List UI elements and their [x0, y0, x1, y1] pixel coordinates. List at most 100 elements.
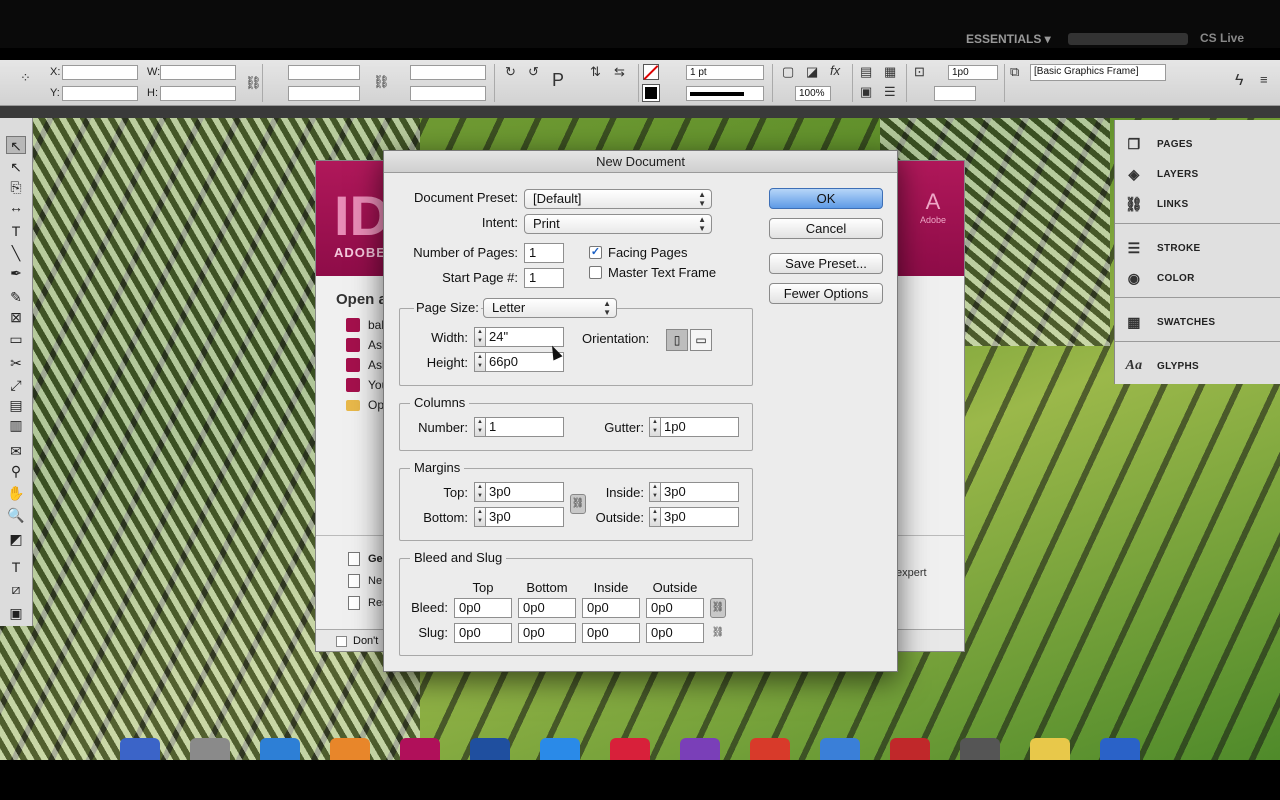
dock-app-icon[interactable]: [1100, 738, 1140, 760]
rotate-cw-icon[interactable]: ↻: [505, 64, 516, 80]
create-item[interactable]: Res: [348, 596, 388, 610]
slug-link-icon[interactable]: ⛓: [710, 623, 726, 643]
master-text-frame-checkbox[interactable]: Master Text Frame: [589, 265, 716, 280]
intent-select[interactable]: Print ▲ ▼: [524, 214, 712, 234]
object-style-icon[interactable]: ⧉: [1010, 64, 1019, 80]
top-margin-field[interactable]: ▲ ▼ 3p0: [474, 482, 564, 502]
note-tool-icon[interactable]: ✉: [6, 442, 26, 460]
link-icon[interactable]: ⛓: [373, 74, 390, 90]
expert-link[interactable]: expert: [896, 567, 927, 579]
zoom-tool-icon[interactable]: 🔍: [6, 506, 26, 524]
gradient-swatch-tool-icon[interactable]: ▤: [6, 396, 26, 414]
recent-item[interactable]: bal: [346, 318, 384, 332]
direct-selection-tool-icon[interactable]: ↖: [6, 158, 26, 176]
eyedropper-tool-icon[interactable]: ⚲: [6, 462, 26, 480]
dock-app-icon[interactable]: [610, 738, 650, 760]
selection-tool-icon[interactable]: ↖: [6, 136, 26, 154]
stroke-weight-field[interactable]: 1 pt: [686, 65, 764, 80]
quick-apply-icon[interactable]: ϟ: [1235, 72, 1243, 90]
dock-app-icon[interactable]: [750, 738, 790, 760]
formatting-icon[interactable]: T: [6, 558, 26, 576]
line-tool-icon[interactable]: ╲: [6, 244, 26, 262]
bleed-top-field[interactable]: 0p0: [454, 598, 512, 618]
page-tool-icon[interactable]: ⎘: [6, 178, 26, 196]
cancel-button[interactable]: Cancel: [769, 218, 883, 239]
drop-shadow-icon[interactable]: ▢: [782, 64, 794, 80]
save-preset-button[interactable]: Save Preset...: [769, 253, 883, 274]
preset-select[interactable]: [Default] ▲ ▼: [524, 189, 712, 209]
free-transform-tool-icon[interactable]: ⤢: [6, 376, 26, 394]
page-size-select[interactable]: Letter ▲ ▼: [483, 298, 617, 318]
scissors-tool-icon[interactable]: ✂: [6, 354, 26, 372]
width-field[interactable]: ▲ ▼ 24": [474, 327, 564, 347]
shadow-icon[interactable]: ◪: [806, 64, 818, 80]
glyphs-panel-tab[interactable]: Aa GLYPHS: [1125, 355, 1199, 377]
fill-stroke-icon[interactable]: ◩: [6, 530, 26, 548]
frame-p-icon[interactable]: P: [552, 70, 564, 91]
column-number-field[interactable]: ▲ ▼ 1: [474, 417, 564, 437]
pages-panel-tab[interactable]: ❐ PAGES: [1125, 133, 1193, 155]
scale-x-field[interactable]: [288, 65, 360, 80]
swatches-panel-tab[interactable]: ▦ SWATCHES: [1125, 311, 1215, 333]
w-field[interactable]: [160, 65, 236, 80]
stroke-swatch[interactable]: [642, 84, 660, 102]
open-item[interactable]: Op: [346, 398, 384, 412]
shear-field[interactable]: [410, 86, 486, 101]
h-field[interactable]: [160, 86, 236, 101]
x-field[interactable]: [62, 65, 138, 80]
corner-select[interactable]: [934, 86, 976, 101]
fill-none-swatch[interactable]: [643, 64, 659, 80]
links-panel-tab[interactable]: ⛓ LINKS: [1125, 193, 1189, 215]
gradient-feather-tool-icon[interactable]: ▥: [6, 416, 26, 434]
y-field[interactable]: [62, 86, 138, 101]
stroke-align-icon[interactable]: ▤: [860, 64, 872, 80]
outside-margin-field[interactable]: ▲ ▼ 3p0: [649, 507, 739, 527]
reference-point-icon[interactable]: ⁘: [20, 70, 31, 86]
frame-fitting-icon[interactable]: ⊡: [914, 64, 925, 80]
object-style-select[interactable]: [Basic Graphics Frame]: [1030, 64, 1166, 81]
panel-menu-icon[interactable]: ≡: [1260, 72, 1268, 87]
layers-panel-tab[interactable]: ◈ LAYERS: [1125, 163, 1198, 185]
slug-bottom-field[interactable]: 0p0: [518, 623, 576, 643]
cs-live-button[interactable]: CS Live: [1200, 31, 1244, 45]
stroke-type-select[interactable]: [686, 86, 764, 101]
bleed-outside-field[interactable]: 0p0: [646, 598, 704, 618]
search-field[interactable]: [1068, 33, 1188, 45]
create-item[interactable]: Ne: [348, 574, 382, 588]
apply-none-icon[interactable]: ⧄: [6, 580, 26, 598]
rotate-ccw-icon[interactable]: ↺: [528, 64, 539, 80]
bleed-bottom-field[interactable]: 0p0: [518, 598, 576, 618]
flip-horizontal-icon[interactable]: ⇅: [590, 64, 601, 80]
dont-show-checkbox[interactable]: [336, 635, 347, 647]
gutter-field[interactable]: ▲ ▼ 1p0: [649, 417, 739, 437]
landscape-orientation-icon[interactable]: ▭: [690, 329, 712, 351]
facing-pages-checkbox[interactable]: ✓ Facing Pages: [589, 245, 688, 260]
scale-y-field[interactable]: [288, 86, 360, 101]
dock-app-icon[interactable]: [400, 738, 440, 760]
start-page-field[interactable]: 1: [524, 268, 564, 288]
text-wrap-icon[interactable]: ▦: [884, 64, 896, 80]
pencil-tool-icon[interactable]: ✎: [6, 288, 26, 306]
effects-fx-icon[interactable]: fx: [830, 63, 840, 78]
rectangle-tool-icon[interactable]: ▭: [6, 330, 26, 348]
rotation-field[interactable]: [410, 65, 486, 80]
screen-mode-icon[interactable]: ▣: [6, 604, 26, 622]
panel-collapse-strip[interactable]: [0, 106, 1280, 118]
dock-app-icon[interactable]: [120, 738, 160, 760]
dock-app-icon[interactable]: [470, 738, 510, 760]
recent-item[interactable]: You: [346, 378, 388, 392]
hand-tool-icon[interactable]: ✋: [6, 484, 26, 502]
workspace-switcher[interactable]: ESSENTIALS ▾: [966, 32, 1051, 46]
create-item[interactable]: Ge: [348, 552, 383, 566]
dock-app-icon[interactable]: [960, 738, 1000, 760]
constrain-proportions-icon[interactable]: ⛓: [245, 75, 262, 91]
slug-outside-field[interactable]: 0p0: [646, 623, 704, 643]
distribute-icon[interactable]: ☰: [884, 84, 896, 100]
inside-margin-field[interactable]: ▲ ▼ 3p0: [649, 482, 739, 502]
opacity-field[interactable]: 100%: [795, 86, 831, 101]
fewer-options-button[interactable]: Fewer Options: [769, 283, 883, 304]
dock-app-icon[interactable]: [1030, 738, 1070, 760]
gap-tool-icon[interactable]: ↔: [6, 198, 26, 216]
bottom-margin-field[interactable]: ▲ ▼ 3p0: [474, 507, 564, 527]
offset-field[interactable]: 1p0: [948, 65, 998, 80]
